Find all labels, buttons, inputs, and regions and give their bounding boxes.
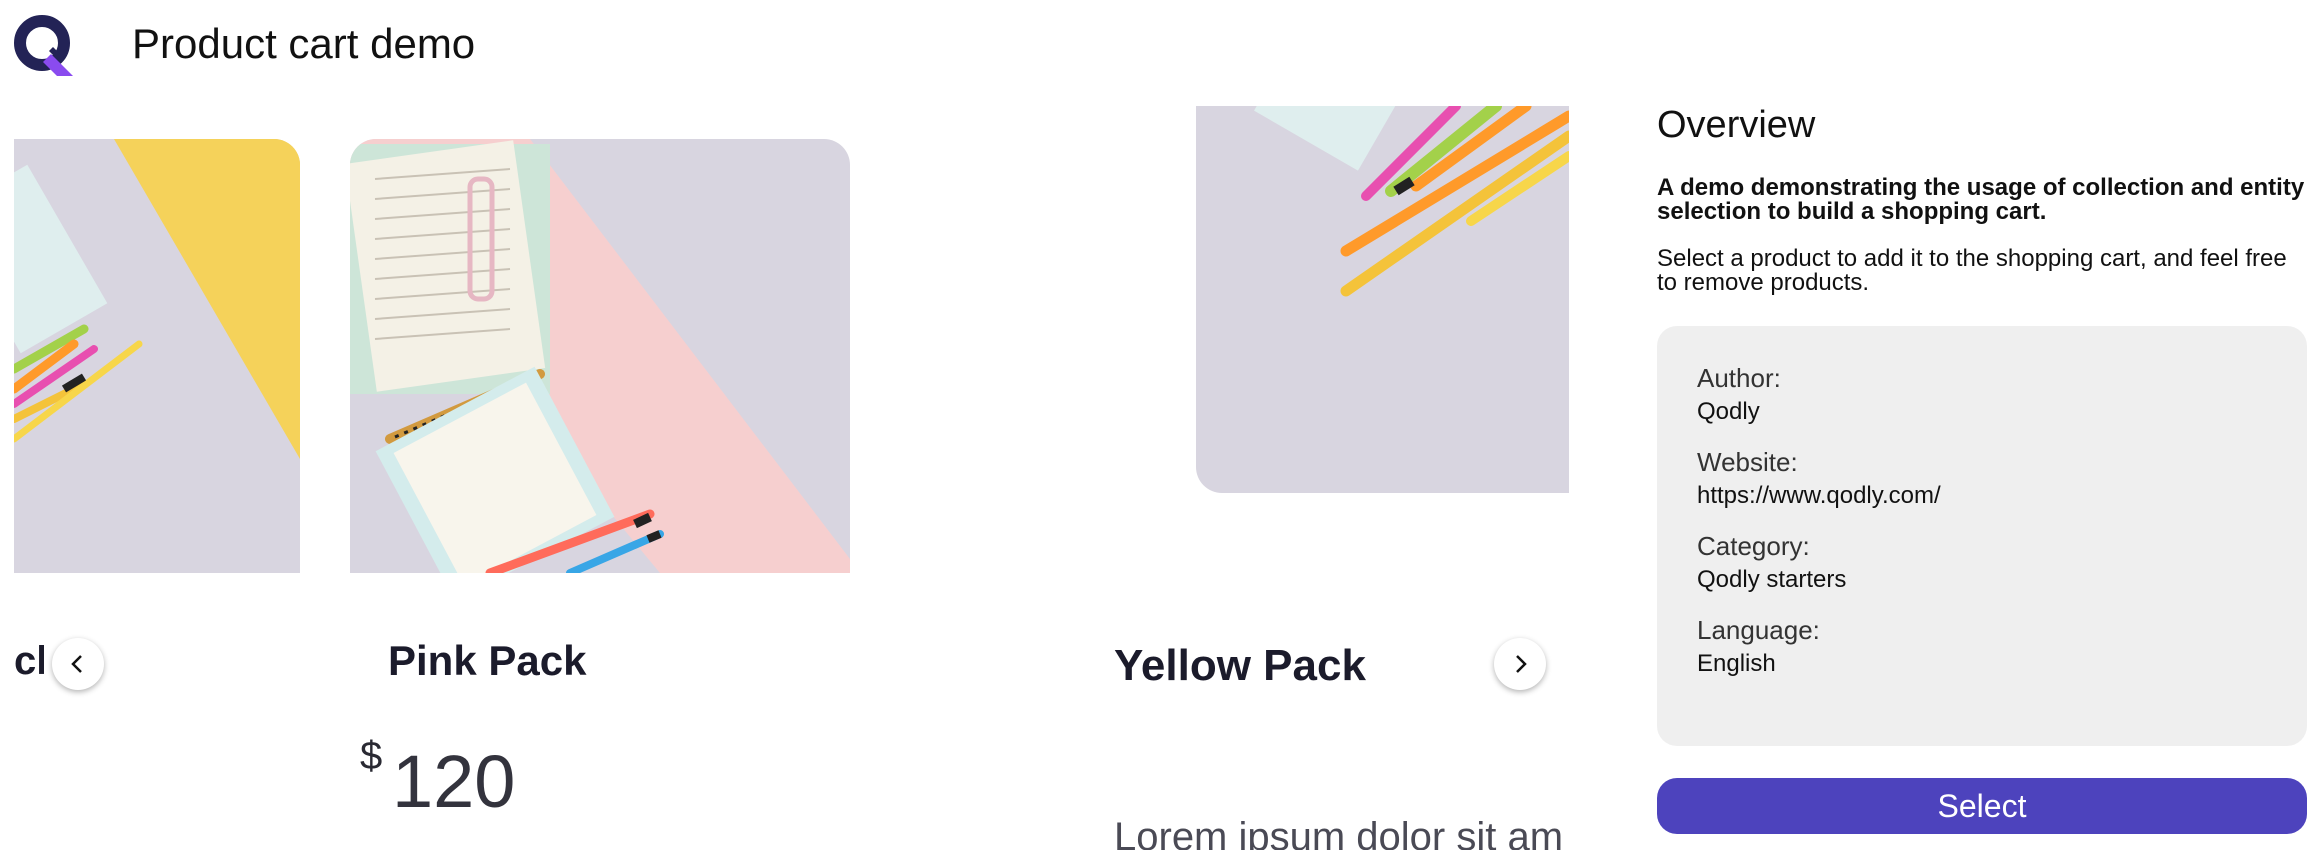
select-button[interactable]: Select: [1657, 778, 2307, 834]
product-description: Lorem ipsum dolor sit am: [1114, 815, 1564, 850]
product-name: Yellow Pack: [1114, 641, 1366, 690]
product-image[interactable]: [14, 139, 300, 573]
currency-symbol: $: [360, 734, 383, 778]
page-title: Product cart demo: [132, 20, 476, 67]
author-value: Qodly: [1697, 398, 1760, 425]
carousel-prev-button[interactable]: [52, 638, 104, 690]
product-carousel: cl Pink Pack $ 120 Yellow Pack Lorem ips…: [14, 106, 1569, 850]
info-panel: Author: Qodly Website: https://www.qodly…: [1657, 326, 2307, 746]
website-label: Website:: [1697, 447, 1798, 477]
product-image[interactable]: [1196, 106, 1569, 493]
product-name: Pink Pack: [388, 637, 587, 684]
website-value[interactable]: https://www.qodly.com/: [1697, 480, 1941, 512]
qodly-logo-icon: [14, 15, 73, 76]
overview-text: Select a product to add it to the shoppi…: [1657, 245, 2287, 296]
language-label: Language:: [1697, 615, 1820, 645]
chevron-right-icon: [1516, 655, 1527, 673]
overview-title: Overview: [1657, 104, 1816, 146]
carousel-next-button[interactable]: [1494, 638, 1546, 690]
language-value: English: [1697, 650, 1776, 677]
product-image[interactable]: [350, 139, 850, 573]
category-value: Qodly starters: [1697, 566, 1847, 593]
price-amount: 120: [392, 740, 516, 823]
chevron-left-icon: [71, 655, 82, 673]
author-label: Author:: [1697, 363, 1781, 393]
category-label: Category:: [1697, 531, 1810, 561]
overview-description: A demo demonstrating the usage of collec…: [1657, 174, 2305, 225]
product-name: cl: [14, 639, 44, 683]
